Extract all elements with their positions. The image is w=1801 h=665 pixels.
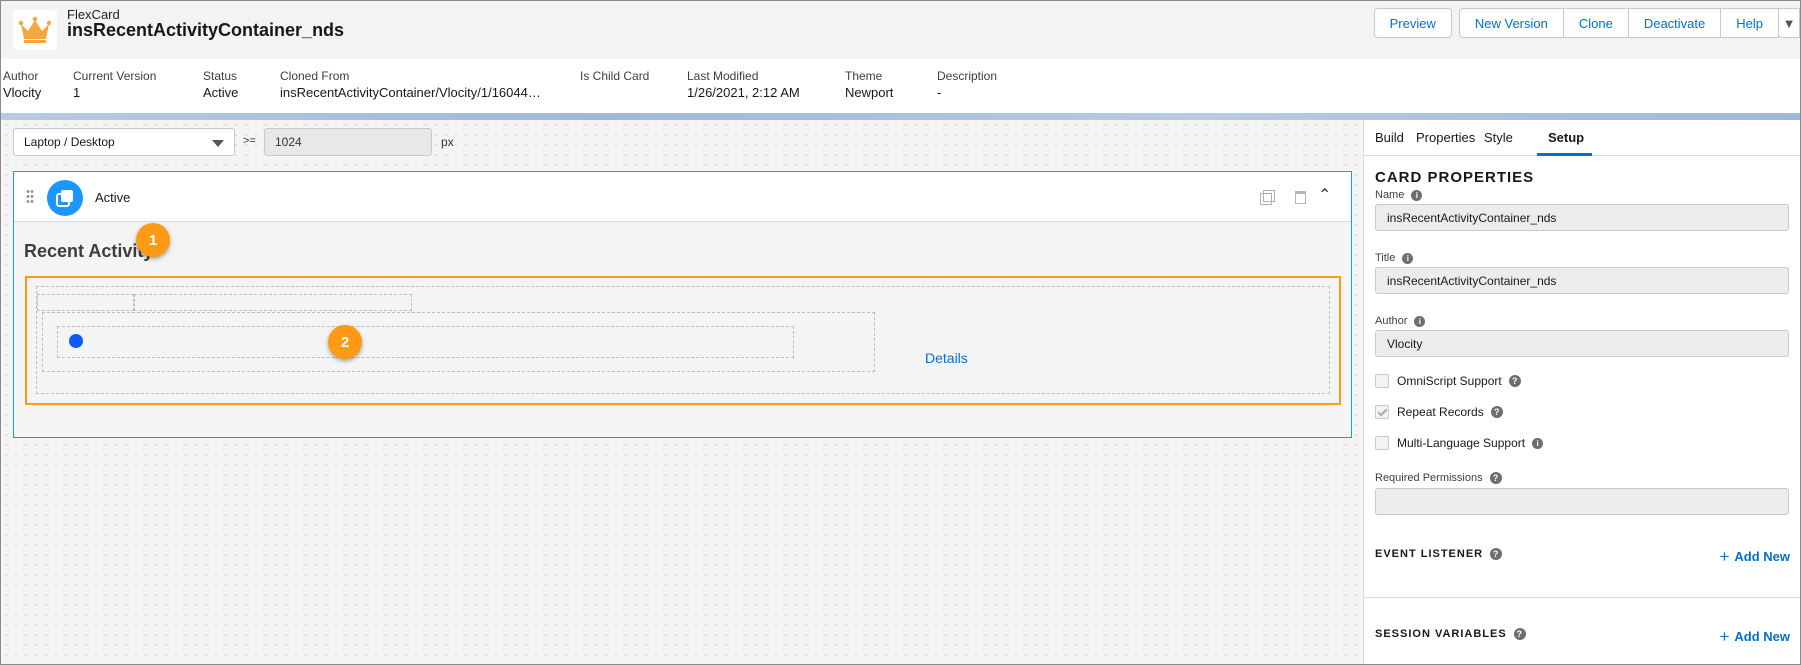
required-permissions-label: Required Permissions? xyxy=(1375,472,1502,485)
breakpoint-width-value: 1024 xyxy=(275,135,302,149)
add-session-variable-button[interactable]: + Add New xyxy=(1719,627,1790,647)
clone-button[interactable]: Clone xyxy=(1562,8,1629,38)
flexcard-designer: FlexCard insRecentActivityContainer_nds … xyxy=(0,0,1801,665)
tab-style[interactable]: Style xyxy=(1484,130,1513,145)
breakpoint-width-input[interactable]: 1024 xyxy=(264,128,432,156)
checkbox[interactable] xyxy=(1375,436,1389,450)
field-value: - xyxy=(937,85,942,100)
session-variables-title: SESSION VARIABLES? xyxy=(1375,628,1526,641)
theme-field: Theme Newport xyxy=(845,69,893,100)
plus-icon: + xyxy=(1719,627,1730,646)
caret-down-icon xyxy=(212,140,224,147)
help-icon[interactable]: ? xyxy=(1513,628,1526,641)
help-button[interactable]: Help xyxy=(1720,8,1779,38)
author-field: Author Vlocity xyxy=(3,69,41,100)
properties-panel: Build Properties Style Setup CARD PROPER… xyxy=(1363,120,1800,664)
callout-badge-1: 1 xyxy=(136,223,170,257)
preview-button[interactable]: Preview xyxy=(1373,8,1452,38)
text-element-placeholder[interactable] xyxy=(57,326,794,358)
info-icon[interactable]: i xyxy=(1532,437,1544,449)
state-label: Active xyxy=(95,190,131,205)
field-value: 1 xyxy=(73,85,81,100)
panel-tabs: Build Properties Style Setup xyxy=(1364,120,1800,156)
field-value: 1/26/2021, 2:12 AM xyxy=(687,85,800,100)
field-value: Vlocity xyxy=(3,85,42,100)
tab-setup[interactable]: Setup xyxy=(1548,130,1584,145)
new-version-button[interactable]: New Version xyxy=(1458,8,1564,38)
repeat-records-checkbox[interactable]: Repeat Records ? xyxy=(1375,405,1503,419)
field-value: Newport xyxy=(845,85,894,100)
required-permissions-input[interactable] xyxy=(1375,488,1789,515)
state-bar: Active ⌃ xyxy=(14,172,1351,222)
callout-badge-2: 2 xyxy=(328,325,362,359)
recent-activity-heading[interactable]: Recent Activity xyxy=(24,241,153,262)
is-child-card-field: Is Child Card xyxy=(580,69,649,85)
unit-label: px xyxy=(441,135,454,149)
checkbox[interactable] xyxy=(1375,405,1389,419)
details-link[interactable]: Details xyxy=(925,350,968,366)
delete-icon[interactable] xyxy=(1295,191,1306,204)
field-label: Last Modified xyxy=(687,69,759,83)
more-actions-button[interactable]: ▼ xyxy=(1778,8,1800,38)
author-label: Author i xyxy=(1375,315,1426,327)
copy-icon[interactable] xyxy=(1260,190,1275,205)
info-icon[interactable]: i xyxy=(1411,189,1423,201)
help-icon[interactable]: ? xyxy=(1508,375,1521,387)
field-label: Current Version xyxy=(73,69,157,83)
header-divider xyxy=(1,113,1800,120)
author-input[interactable]: Vlocity xyxy=(1375,330,1789,357)
placeholder-element[interactable] xyxy=(37,294,134,311)
info-icon[interactable]: i xyxy=(1402,252,1414,264)
device-select[interactable]: Laptop / Desktop xyxy=(13,128,235,156)
page-header: FlexCard insRecentActivityContainer_nds … xyxy=(1,1,1800,59)
card-info-bar: Author Vlocity Current Version 1 Status … xyxy=(1,59,1800,113)
field-label: Author xyxy=(3,69,39,83)
field-label: Theme xyxy=(845,69,883,83)
name-label: Name i xyxy=(1375,189,1423,201)
breakpoint-operator: >= xyxy=(243,135,256,147)
version-field: Current Version 1 xyxy=(73,69,156,100)
cloned-from-field: Cloned From insRecentActivityContainer/V… xyxy=(280,69,541,100)
card-state-container[interactable]: Active ⌃ Recent Activity 1 2 Details xyxy=(13,171,1352,438)
selection-handle[interactable] xyxy=(69,334,83,348)
field-value: Active xyxy=(203,85,239,100)
add-event-listener-button[interactable]: + Add New xyxy=(1719,547,1790,567)
help-icon[interactable]: ? xyxy=(1489,472,1502,485)
chevron-up-icon[interactable]: ⌃ xyxy=(1318,185,1331,205)
header-actions: Preview New Version Clone Deactivate Hel… xyxy=(1373,8,1800,38)
placeholder-element[interactable] xyxy=(134,294,412,311)
help-icon[interactable]: ? xyxy=(1490,406,1503,418)
tab-properties[interactable]: Properties xyxy=(1416,130,1475,145)
field-label: Status xyxy=(203,69,238,83)
chevron-down-icon: ▼ xyxy=(1782,15,1796,31)
checkbox[interactable] xyxy=(1375,374,1389,388)
name-input[interactable]: insRecentActivityContainer_nds xyxy=(1375,204,1789,231)
page-title: insRecentActivityContainer_nds xyxy=(67,20,345,40)
card-properties-title: CARD PROPERTIES xyxy=(1375,169,1535,186)
deactivate-button[interactable]: Deactivate xyxy=(1627,8,1722,38)
field-label: Description xyxy=(937,69,998,83)
omniscript-support-checkbox[interactable]: OmniScript Support ? xyxy=(1375,374,1521,388)
status-field: Status Active xyxy=(203,69,238,100)
info-icon[interactable]: i xyxy=(1414,315,1426,327)
field-label: Cloned From xyxy=(280,69,350,83)
crown-icon xyxy=(13,10,57,50)
title-input[interactable]: insRecentActivityContainer_nds xyxy=(1375,267,1789,294)
design-canvas[interactable]: Laptop / Desktop >= 1024 px Active ⌃ Rec… xyxy=(1,120,1363,664)
drag-handle-icon[interactable] xyxy=(26,189,34,205)
help-icon[interactable]: ? xyxy=(1490,548,1503,561)
field-label: Is Child Card xyxy=(580,69,650,83)
field-value: insRecentActivityContainer/Vlocity/1/160… xyxy=(280,85,541,100)
multi-language-support-checkbox[interactable]: Multi-Language Support i xyxy=(1375,436,1544,450)
tab-build[interactable]: Build xyxy=(1375,130,1404,145)
plus-icon: + xyxy=(1719,547,1730,566)
description-field: Description - xyxy=(937,69,997,100)
title-label: Title i xyxy=(1375,252,1414,264)
section-divider xyxy=(1364,597,1800,598)
active-tab-indicator xyxy=(1537,153,1592,156)
device-select-value: Laptop / Desktop xyxy=(24,135,115,149)
event-listener-title: EVENT LISTENER? xyxy=(1375,548,1503,561)
state-icon xyxy=(47,180,83,216)
last-modified-field: Last Modified 1/26/2021, 2:12 AM xyxy=(687,69,800,100)
